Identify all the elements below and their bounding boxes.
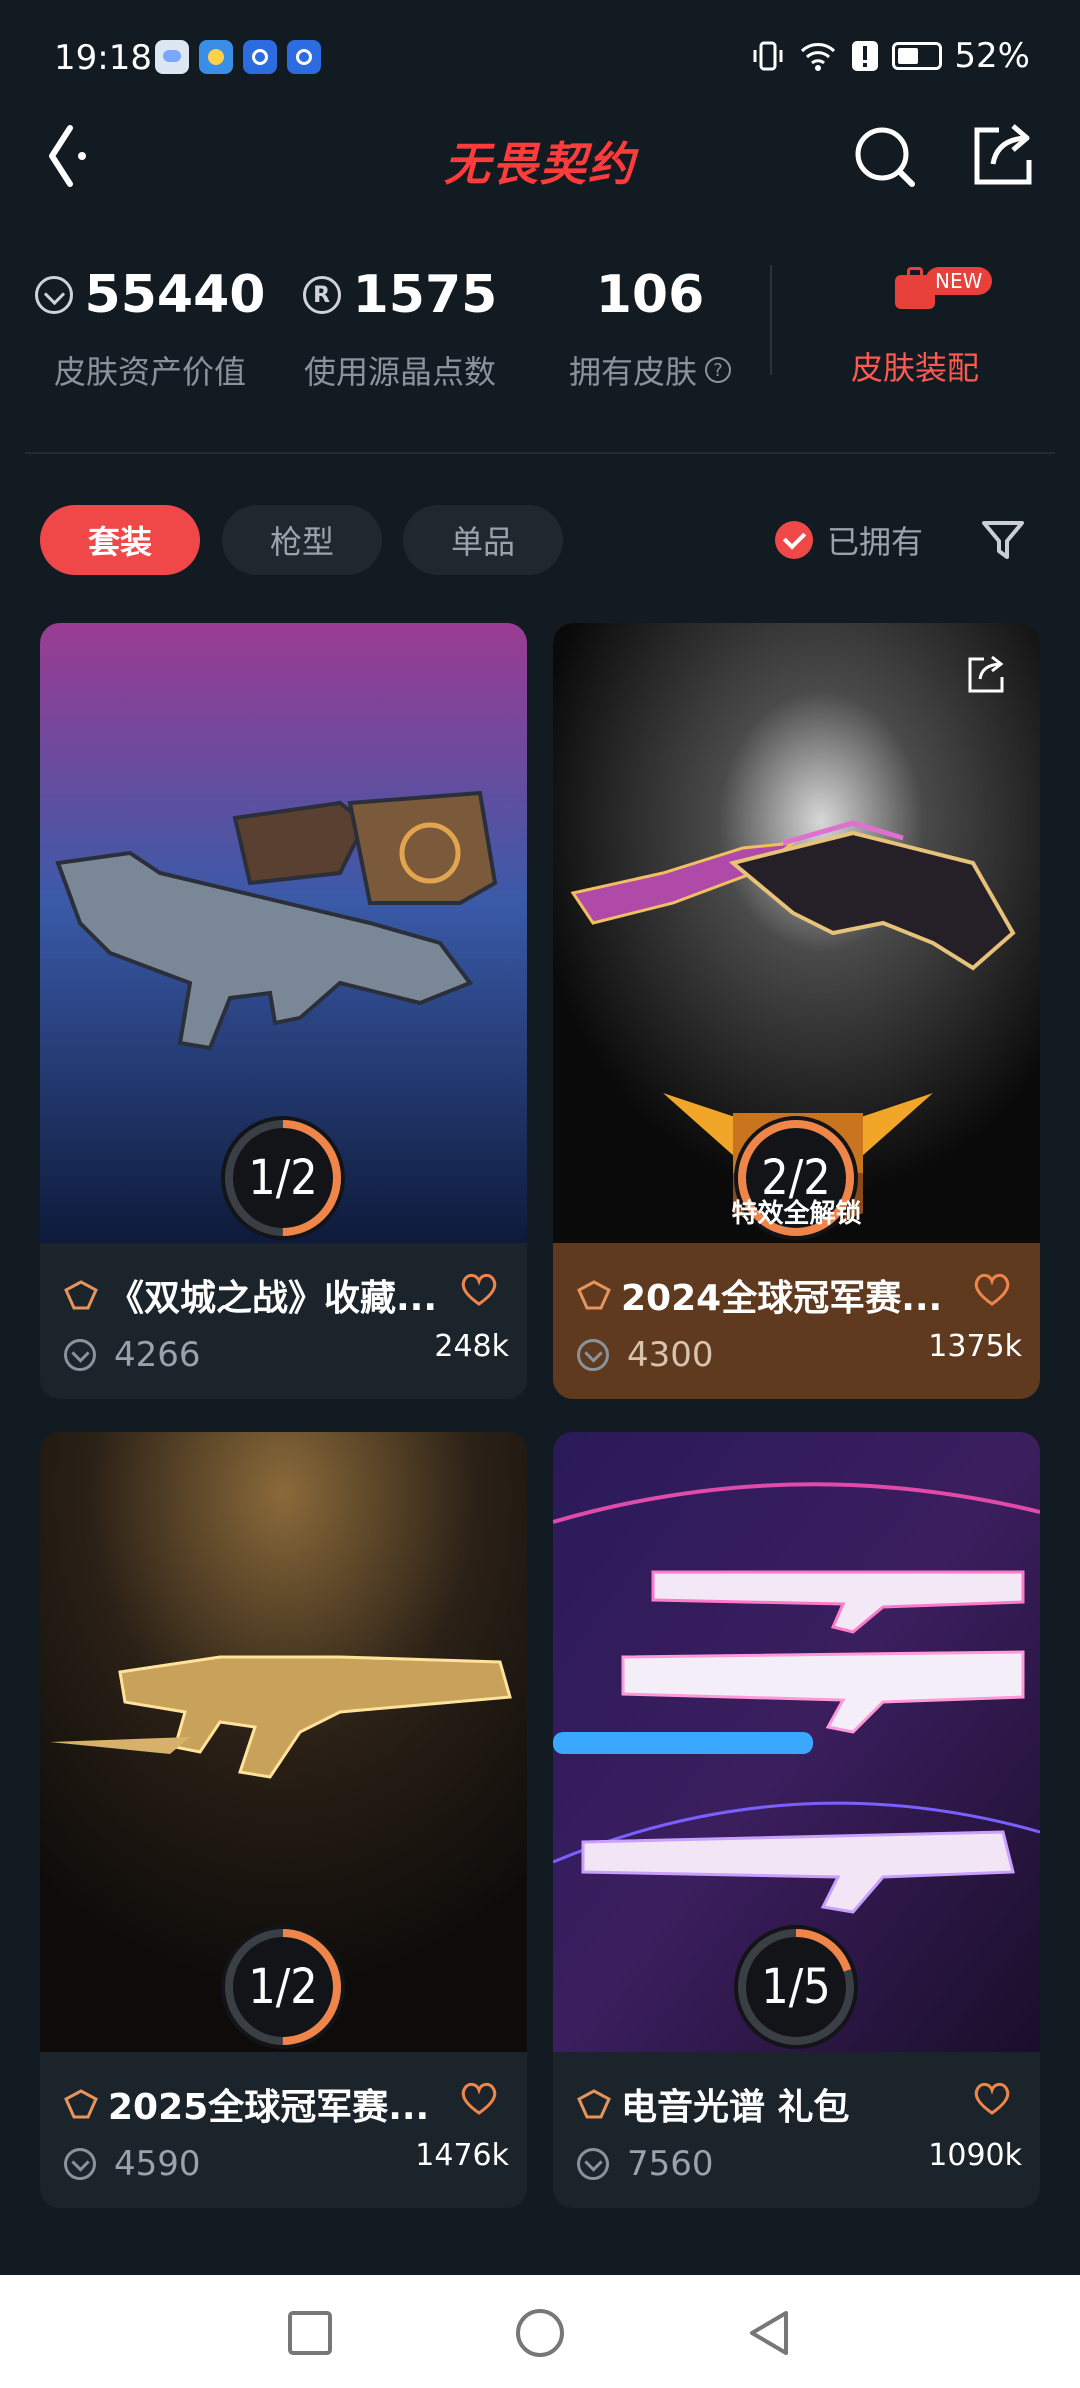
bundle-title: 2024全球冠军赛... xyxy=(621,1278,943,1319)
radianite-value: 1575 xyxy=(352,265,498,325)
bundle-info: 电音光谱 礼包 7560 1090k xyxy=(553,2052,1040,2208)
skin-loadout-label: 皮肤装配 xyxy=(850,349,979,387)
battery-level xyxy=(898,48,919,64)
filter-button[interactable] xyxy=(978,517,1028,563)
bundle-progress-text: 1/2 xyxy=(248,1150,318,1206)
effects-unlocked-badge: 特效全解锁 xyxy=(731,1199,862,1229)
favorite-heart-icon[interactable] xyxy=(972,1271,1012,1307)
new-badge: NEW xyxy=(925,267,993,295)
radianite-icon: R xyxy=(302,276,341,314)
bundle-price: 4300 xyxy=(627,1335,714,1375)
bundle-progress-text: 1/2 xyxy=(248,1959,318,2015)
skins-owned-label: 拥有皮肤 xyxy=(568,353,697,391)
browser-app-icon xyxy=(243,40,277,74)
status-indicators: 52% xyxy=(750,36,1030,76)
bundle-likes: 1090k xyxy=(928,2138,1022,2173)
valorant-points-icon xyxy=(64,1339,96,1371)
favorite-heart-icon[interactable] xyxy=(459,1271,499,1307)
battery-icon xyxy=(892,42,943,70)
asset-stats: 55440 皮肤资产价值 R 1575 使用源晶点数 106 拥有皮肤? NEW … xyxy=(0,255,1080,415)
assistant-app-icon xyxy=(155,40,189,74)
recent-apps-button[interactable] xyxy=(282,2305,338,2361)
tab-single-items[interactable]: 单品 xyxy=(403,505,563,575)
back-nav-button[interactable] xyxy=(742,2305,798,2361)
bundle-title: 2025全球冠军赛... xyxy=(108,2087,430,2128)
radianite-stat: R 1575 使用源晶点数 xyxy=(290,255,510,393)
valorant-points-icon xyxy=(64,2148,96,2180)
battery-percent: 52% xyxy=(954,36,1030,76)
filter-bar: 套装 枪型 单品 已拥有 xyxy=(0,505,1080,575)
search-button[interactable] xyxy=(846,118,926,198)
bundle-price: 7560 xyxy=(627,2144,714,2184)
system-nav-bar xyxy=(0,2275,1080,2388)
bundle-likes: 1476k xyxy=(415,2138,509,2173)
bundle-info: 2025全球冠军赛... 4590 1476k xyxy=(40,2052,527,2208)
weather-app-icon xyxy=(199,40,233,74)
tier-icon xyxy=(577,1280,611,1310)
home-button[interactable] xyxy=(512,2305,568,2361)
valorant-points-icon xyxy=(34,276,73,314)
bundle-price: 4590 xyxy=(114,2144,201,2184)
alert-icon xyxy=(852,41,879,71)
top-nav: 无畏契约 xyxy=(0,118,1080,248)
status-bar: 19:18 52% xyxy=(0,0,1080,118)
skins-owned-stat: 106 拥有皮肤? xyxy=(550,255,750,393)
stats-divider xyxy=(770,265,772,375)
radianite-label: 使用源晶点数 xyxy=(303,353,496,391)
valorant-points-icon xyxy=(577,1339,609,1371)
wifi-icon xyxy=(801,43,836,71)
bundle-card[interactable]: 2/2 特效全解锁 2024全球冠军赛... 4300 1375k xyxy=(553,623,1040,1399)
vibrate-icon xyxy=(753,41,783,71)
bundle-info: 《双城之战》收藏... 4266 248k xyxy=(40,1243,527,1399)
share-icon[interactable] xyxy=(964,653,1008,697)
status-time: 19:18 xyxy=(54,38,152,78)
bundle-card[interactable]: 1/2 《双城之战》收藏... 4266 248k xyxy=(40,623,527,1399)
bundle-title: 电音光谱 礼包 xyxy=(621,2087,850,2128)
bundle-card[interactable]: 1/2 2025全球冠军赛... 4590 1476k xyxy=(40,1432,527,2208)
favorite-heart-icon[interactable] xyxy=(972,2080,1012,2116)
bundle-likes: 1375k xyxy=(928,1329,1022,1364)
bundle-card[interactable]: 1/5 电音光谱 礼包 7560 1090k xyxy=(553,1432,1040,2208)
bundle-price: 4266 xyxy=(114,1335,201,1375)
asset-value-stat: 55440 皮肤资产价值 xyxy=(34,255,265,393)
browser-app-icon xyxy=(287,40,321,74)
bundle-title: 《双城之战》收藏... xyxy=(108,1278,438,1319)
asset-value-label: 皮肤资产价值 xyxy=(53,353,246,391)
owned-toggle[interactable]: 已拥有 xyxy=(775,505,923,575)
status-app-icons xyxy=(155,40,321,74)
tab-weapon-types[interactable]: 枪型 xyxy=(222,505,382,575)
asset-value: 55440 xyxy=(84,265,266,325)
skins-owned-value: 106 xyxy=(595,265,705,325)
tab-bundles[interactable]: 套装 xyxy=(40,505,200,575)
owned-label: 已拥有 xyxy=(827,523,924,561)
share-button[interactable] xyxy=(963,118,1043,198)
bundle-progress-text: 1/5 xyxy=(761,1959,831,2015)
tier-icon xyxy=(577,2089,611,2119)
section-divider xyxy=(25,452,1055,454)
tier-icon xyxy=(64,1280,98,1310)
help-icon[interactable]: ? xyxy=(705,357,731,383)
check-icon xyxy=(775,521,813,559)
tier-icon xyxy=(64,2089,98,2119)
valorant-points-icon xyxy=(577,2148,609,2180)
favorite-heart-icon[interactable] xyxy=(459,2080,499,2116)
skin-loadout-button[interactable]: NEW 皮肤装配 xyxy=(800,255,1030,389)
bundle-info: 2024全球冠军赛... 4300 1375k xyxy=(553,1243,1040,1399)
bundle-likes: 248k xyxy=(434,1329,509,1364)
